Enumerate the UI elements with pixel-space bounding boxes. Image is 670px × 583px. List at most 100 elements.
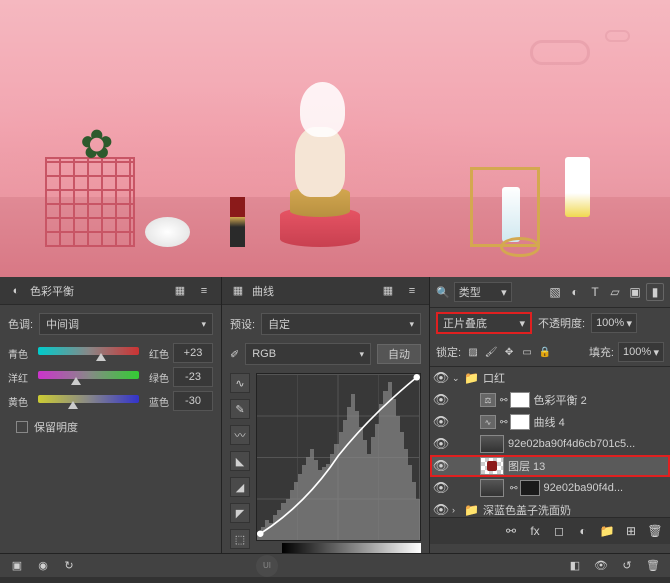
auto-button[interactable]: 自动	[377, 344, 421, 364]
plant-prop	[80, 122, 130, 172]
layers-tree[interactable]: 👁⌄📁口红👁⚖⚯色彩平衡 2👁∿⚯曲线 4👁92e02ba90f4d6cb701…	[430, 367, 670, 517]
new-layer-button[interactable]: ⊞	[622, 522, 640, 540]
layer-thumb[interactable]	[480, 457, 504, 475]
eyedropper-gray[interactable]: ◢	[230, 477, 250, 497]
gradient-strip	[282, 543, 421, 553]
adjustment-thumb: ∿	[480, 415, 496, 429]
layer-name[interactable]: 92e02ba90f4d...	[544, 482, 666, 494]
slider-value-input[interactable]: +23	[173, 343, 213, 363]
delete-icon[interactable]: 🗑	[644, 557, 662, 575]
layer-name[interactable]: 曲线 4	[534, 414, 666, 430]
visibility-toggle[interactable]: 👁	[430, 392, 452, 408]
filter-toggle[interactable]: ▮	[646, 283, 664, 301]
pencil-tool[interactable]: ✎	[230, 399, 250, 419]
document-canvas[interactable]	[0, 0, 670, 277]
opacity-input[interactable]: 100%▾	[591, 313, 637, 333]
preserve-luminosity-checkbox[interactable]	[16, 421, 28, 433]
color-balance-panel: ◐ 色彩平衡 ▦ ≡ 色调: 中间调 ▾ 青色 红色 +23洋红 绿色 -23黄…	[0, 277, 222, 553]
sunscreen-prop	[565, 157, 590, 217]
menu-icon[interactable]: ≡	[403, 282, 421, 300]
presets-icon[interactable]: ▦	[379, 282, 397, 300]
disclosure-icon[interactable]: ⌄	[452, 373, 464, 384]
lock-position-icon[interactable]: ✥	[501, 344, 517, 360]
adjustment-target-icon[interactable]: ▣	[8, 557, 26, 575]
preset-dropdown[interactable]: 自定 ▾	[261, 313, 421, 335]
view-icon[interactable]: 👁	[592, 557, 610, 575]
visibility-toggle[interactable]: 👁	[430, 458, 452, 474]
lock-image-icon[interactable]: 🖌	[483, 344, 499, 360]
layer-row[interactable]: 👁⌄📁 口红	[430, 367, 670, 389]
color-slider[interactable]	[38, 371, 139, 383]
preserve-luminosity-label: 保留明度	[34, 419, 78, 435]
panel-title: 色彩平衡	[30, 283, 165, 299]
point-tool[interactable]: ∿	[230, 373, 250, 393]
fill-input[interactable]: 100%▾	[618, 342, 664, 362]
visibility-toggle[interactable]: 👁	[430, 436, 452, 452]
link-layers-button[interactable]: ⚯	[502, 522, 520, 540]
filter-type-icon[interactable]: T	[586, 283, 604, 301]
layer-row[interactable]: 👁 图层 13	[430, 455, 670, 477]
lock-artboard-icon[interactable]: ▭	[519, 344, 535, 360]
layer-name[interactable]: 色彩平衡 2	[534, 392, 666, 408]
new-group-button[interactable]: 📁	[598, 522, 616, 540]
visibility-toggle[interactable]: 👁	[430, 414, 452, 430]
delete-layer-button[interactable]: 🗑	[646, 522, 664, 540]
layer-thumb[interactable]	[480, 479, 504, 497]
layer-name[interactable]: 92e02ba90f4d6cb701c5...	[508, 438, 666, 450]
disclosure-icon[interactable]: ›	[452, 505, 464, 515]
smooth-tool[interactable]: 〰	[230, 425, 250, 445]
layer-thumb[interactable]	[480, 435, 504, 453]
adjustment-layer-button[interactable]: ◐	[574, 522, 592, 540]
layer-name[interactable]: 图层 13	[508, 458, 666, 474]
clip-icon[interactable]: ◧	[566, 557, 584, 575]
filter-adjustment-icon[interactable]: ◐	[566, 283, 584, 301]
eyedropper-white[interactable]: ◤	[230, 503, 250, 523]
edit-points-tool[interactable]: ⬚	[230, 529, 250, 549]
layer-row[interactable]: 👁⚯92e02ba90f4d...	[430, 477, 670, 499]
layer-row[interactable]: 👁⚖⚯色彩平衡 2	[430, 389, 670, 411]
layer-row[interactable]: 👁∿⚯曲线 4	[430, 411, 670, 433]
eyedropper-black[interactable]: ◣	[230, 451, 250, 471]
mask-thumb[interactable]	[510, 392, 530, 408]
visibility-toggle[interactable]: 👁	[430, 370, 452, 386]
slider-value-input[interactable]: -30	[173, 391, 213, 411]
mask-thumb[interactable]	[510, 414, 530, 430]
filter-icon[interactable]: 🔍	[436, 286, 450, 299]
lock-transparent-icon[interactable]: ▨	[465, 344, 481, 360]
slider-value-input[interactable]: -23	[173, 367, 213, 387]
folder-icon: 📁	[464, 503, 479, 517]
filter-pixel-icon[interactable]: ▧	[546, 283, 564, 301]
folder-icon: 📁	[464, 371, 479, 385]
curves-graph[interactable]	[256, 373, 421, 541]
layer-row[interactable]: 👁 92e02ba90f4d6cb701c5...	[430, 433, 670, 455]
reset-icon[interactable]: ↻	[60, 557, 78, 575]
filter-smart-icon[interactable]: ▣	[626, 283, 644, 301]
slider-label-left: 黄色	[8, 394, 34, 409]
filter-type-dropdown[interactable]: 类型▾	[454, 282, 512, 302]
lipstick-prop	[230, 197, 245, 247]
view-previous-icon[interactable]: ◉	[34, 557, 52, 575]
layer-name[interactable]: 深蓝色盖子洗面奶	[483, 502, 666, 517]
channel-dropdown[interactable]: RGB ▾	[245, 343, 371, 365]
blend-mode-dropdown[interactable]: 正片叠底▾	[436, 312, 532, 334]
mask-thumb[interactable]	[520, 480, 540, 496]
layer-name[interactable]: 口红	[483, 370, 666, 386]
color-slider[interactable]	[38, 347, 139, 359]
layer-style-button[interactable]: fx	[526, 522, 544, 540]
menu-icon[interactable]: ≡	[195, 282, 213, 300]
filter-shape-icon[interactable]: ▱	[606, 283, 624, 301]
layer-mask-button[interactable]: ◻	[550, 522, 568, 540]
face-mask-prop	[300, 82, 345, 137]
color-slider[interactable]	[38, 395, 139, 407]
presets-icon[interactable]: ▦	[171, 282, 189, 300]
layer-row[interactable]: 👁›📁 深蓝色盖子洗面奶	[430, 499, 670, 517]
eyedropper-icon[interactable]: ✐	[230, 348, 239, 361]
visibility-toggle[interactable]: 👁	[430, 502, 452, 517]
watermark-icon: UI	[256, 555, 278, 577]
lock-all-icon[interactable]: 🔒	[537, 344, 553, 360]
tone-dropdown[interactable]: 中间调 ▾	[39, 313, 213, 335]
reset2-icon[interactable]: ↺	[618, 557, 636, 575]
visibility-toggle[interactable]: 👁	[430, 480, 452, 496]
compact-prop	[145, 217, 190, 247]
slider-label-left: 洋红	[8, 370, 34, 385]
